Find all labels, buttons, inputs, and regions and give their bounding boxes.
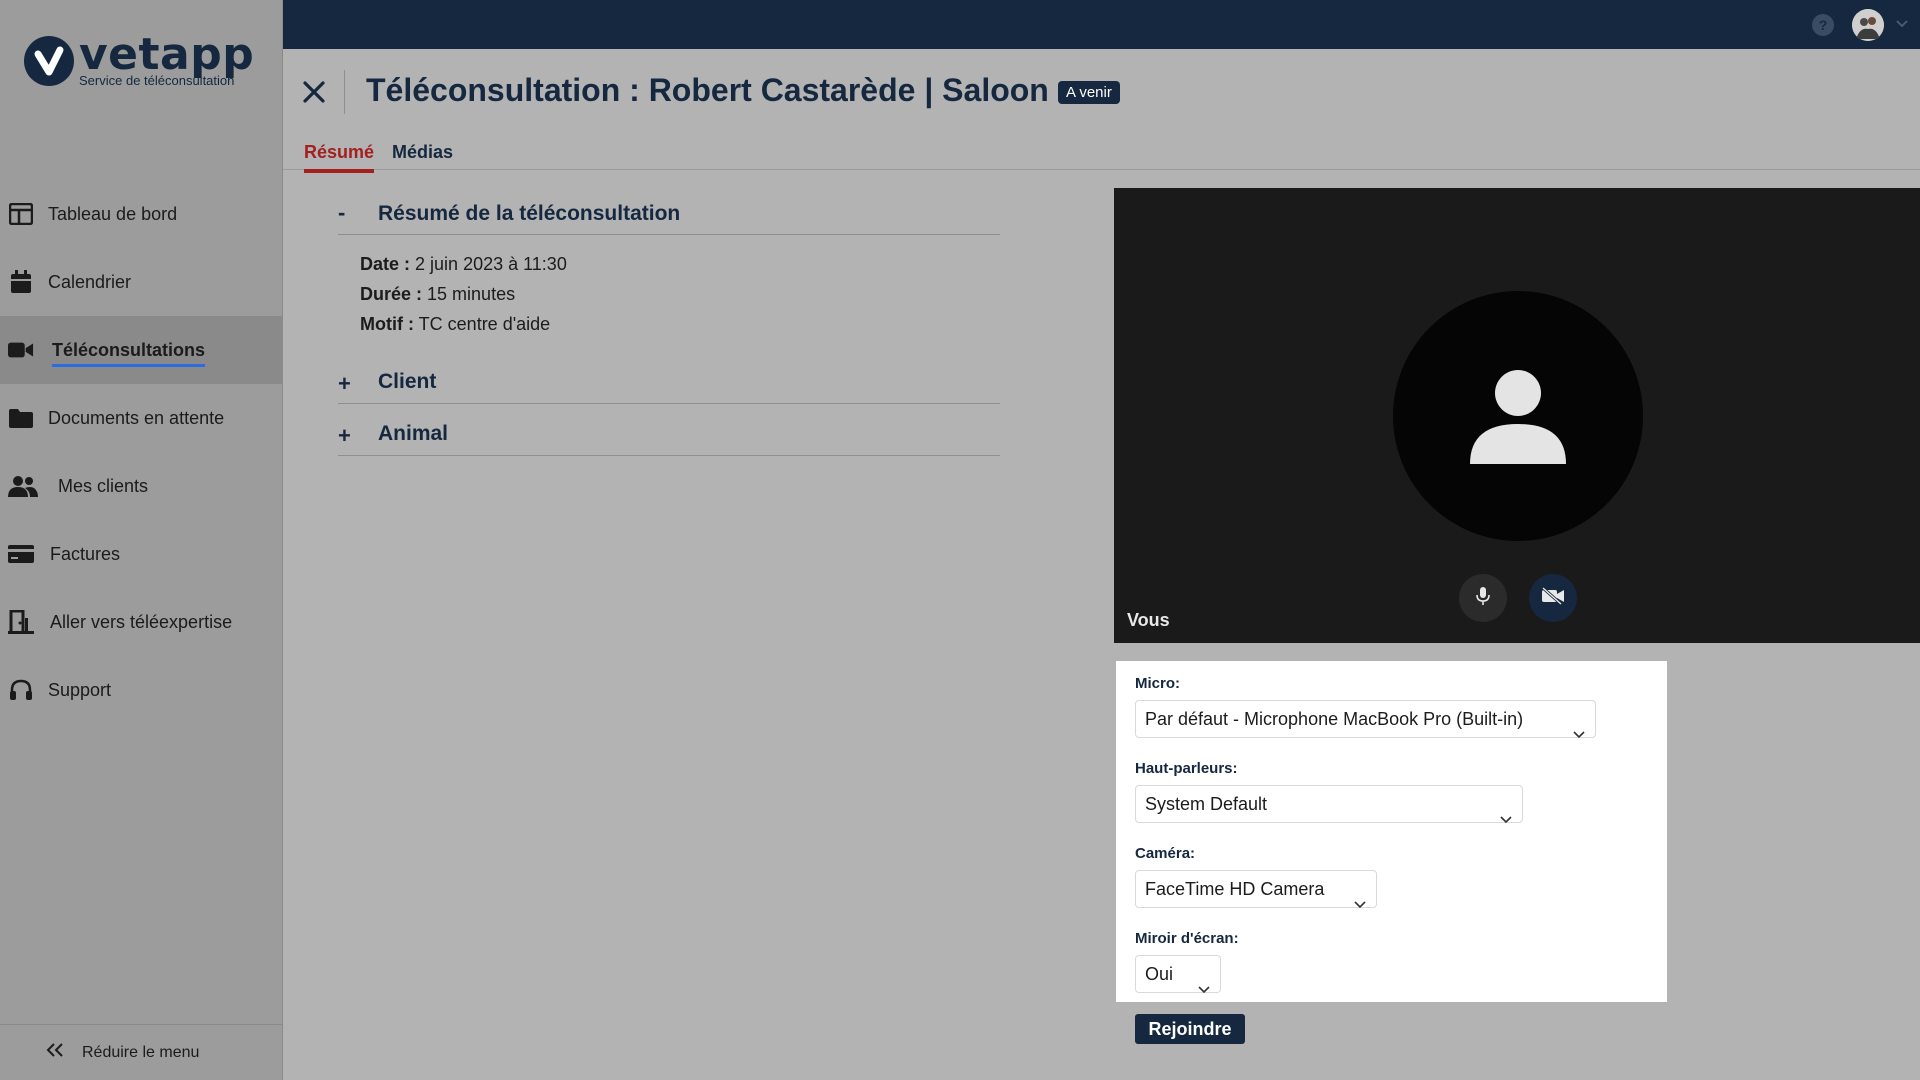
- camera-label: Caméra:: [1135, 845, 1196, 862]
- summary-date: Date : 2 juin 2023 à 11:30: [360, 254, 567, 275]
- door-exit-icon: [8, 609, 34, 635]
- status-badge: A venir: [1058, 81, 1120, 104]
- summary-section-header[interactable]: - Résumé de la téléconsultation: [338, 200, 1000, 235]
- device-settings-panel: Micro: Par défaut - Microphone MacBook P…: [1116, 661, 1667, 1002]
- sidebar-item-aller-vers-teleexpertise[interactable]: Aller vers téléexpertise: [0, 588, 283, 656]
- micro-select[interactable]: Par défaut - Microphone MacBook Pro (Bui…: [1135, 700, 1596, 739]
- sidebar-item-label: Documents en attente: [48, 407, 225, 428]
- expand-toggle[interactable]: +: [338, 423, 352, 449]
- credit-card-icon: [8, 541, 34, 567]
- chevron-down-icon: [1573, 715, 1585, 751]
- client-section-title[interactable]: Client: [378, 370, 436, 394]
- users-icon: [8, 473, 38, 499]
- collapse-menu-label: Réduire le menu: [82, 1043, 200, 1061]
- date-value: 2 juin 2023 à 11:30: [415, 254, 567, 274]
- reason-label: Motif :: [360, 314, 414, 334]
- camera-select-value: FaceTime HD Camera: [1145, 879, 1325, 899]
- sidebar-item-label: Aller vers téléexpertise: [50, 611, 233, 632]
- top-bar: ?: [283, 0, 1920, 49]
- brand-tagline: Service de téléconsultation: [79, 73, 235, 88]
- client-section-header[interactable]: + Client: [338, 368, 1000, 404]
- vetapp-logo[interactable]: vetapp Service de téléconsultation: [24, 30, 264, 100]
- self-video-label: Vous: [1127, 610, 1170, 630]
- chevron-down-icon: [1500, 800, 1512, 836]
- mirror-label: Miroir d'écran:: [1135, 930, 1239, 947]
- tab-bar: Résumé Médias: [283, 136, 1920, 173]
- microphone-toggle-button[interactable]: [1459, 574, 1507, 622]
- reason-value: TC centre d'aide: [418, 314, 551, 334]
- micro-select-value: Par défaut - Microphone MacBook Pro (Bui…: [1145, 709, 1524, 729]
- speakers-select[interactable]: System Default: [1135, 785, 1523, 824]
- folder-icon: [8, 405, 34, 431]
- sidebar-item-label: Support: [48, 679, 112, 700]
- date-label: Date :: [360, 254, 411, 274]
- sidebar-item-support[interactable]: Support: [0, 656, 283, 724]
- page-title: Téléconsultation : Robert Castarède | Sa…: [366, 72, 1049, 108]
- chevron-down-icon: [1198, 970, 1210, 1006]
- video-camera-icon: [8, 337, 34, 363]
- speakers-label: Haut-parleurs:: [1135, 760, 1238, 777]
- summary-reason: Motif : TC centre d'aide: [360, 314, 550, 335]
- chevron-down-icon[interactable]: [1896, 15, 1908, 33]
- sidebar-item-label: Tableau de bord: [48, 203, 178, 224]
- dashboard-icon: [8, 201, 34, 227]
- mirror-select-value: Oui: [1145, 964, 1174, 984]
- sidebar-item-documents-en-attente[interactable]: Documents en attente: [0, 384, 283, 452]
- duration-label: Durée :: [360, 284, 423, 304]
- animal-section-header[interactable]: + Animal: [338, 420, 1000, 456]
- duration-value: 15 minutes: [427, 284, 516, 304]
- micro-label: Micro:: [1135, 675, 1180, 692]
- join-button[interactable]: Rejoindre: [1135, 1014, 1245, 1044]
- mirror-select[interactable]: Oui: [1135, 955, 1221, 994]
- microphone-icon: [1476, 586, 1490, 611]
- user-placeholder-icon: [1393, 291, 1643, 541]
- sidebar-item-factures[interactable]: Factures: [0, 520, 283, 588]
- animal-section-title[interactable]: Animal: [378, 422, 448, 446]
- camera-toggle-button[interactable]: [1529, 574, 1577, 622]
- speakers-select-value: System Default: [1145, 794, 1268, 814]
- tab-medias[interactable]: Médias: [392, 142, 453, 169]
- sidebar-item-teleconsultations[interactable]: Téléconsultations: [0, 316, 283, 384]
- sidebar-item-calendrier[interactable]: Calendrier: [0, 248, 283, 316]
- video-preview: Vous: [1114, 188, 1920, 643]
- chevron-down-icon: [1354, 885, 1366, 921]
- vetapp-logo-mark-icon: [24, 36, 74, 86]
- calendar-icon: [8, 269, 34, 295]
- collapse-toggle[interactable]: -: [338, 200, 352, 226]
- video-off-icon: [1541, 586, 1565, 610]
- sidebar-item-tableau-de-bord[interactable]: Tableau de bord: [0, 180, 283, 248]
- close-icon[interactable]: [300, 78, 328, 106]
- camera-select[interactable]: FaceTime HD Camera: [1135, 870, 1377, 909]
- tab-resume[interactable]: Résumé: [304, 142, 375, 173]
- sidebar-item-label: Calendrier: [48, 271, 132, 292]
- sidebar-item-label: Téléconsultations: [52, 340, 206, 367]
- collapse-menu-button[interactable]: Réduire le menu: [0, 1024, 283, 1080]
- sidebar-item-label: Mes clients: [58, 475, 149, 496]
- headset-icon: [8, 677, 34, 703]
- header-divider: [344, 70, 345, 114]
- chevrons-left-icon: [46, 1043, 64, 1062]
- help-icon[interactable]: ?: [1812, 14, 1834, 36]
- sidebar-item-mes-clients[interactable]: Mes clients: [0, 452, 283, 520]
- sidebar-item-label: Factures: [50, 543, 121, 564]
- expand-toggle[interactable]: +: [338, 371, 352, 397]
- sidebar: vetapp Service de téléconsultation Table…: [0, 0, 283, 1080]
- summary-duration: Durée : 15 minutes: [360, 284, 515, 305]
- avatar[interactable]: [1852, 9, 1884, 41]
- summary-section-title[interactable]: Résumé de la téléconsultation: [378, 202, 680, 226]
